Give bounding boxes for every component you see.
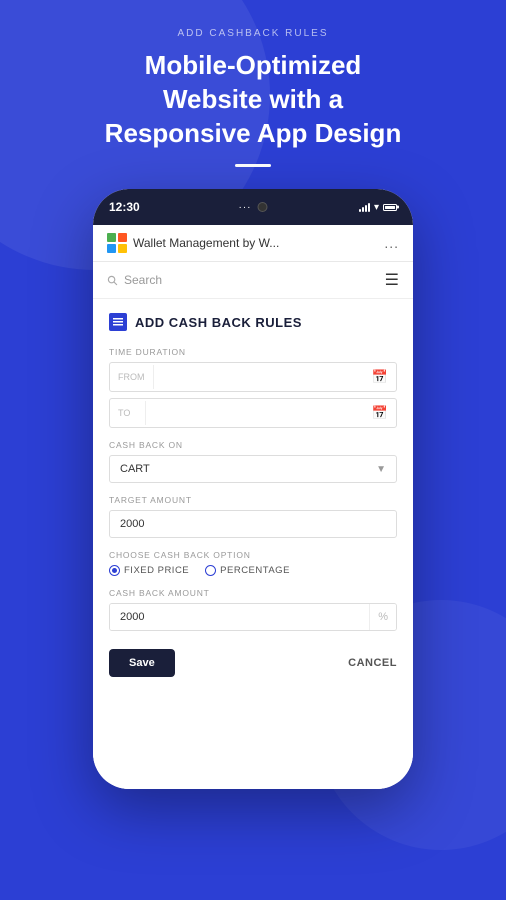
main-title: Mobile-Optimized Website with a Responsi… — [93, 49, 413, 150]
search-placeholder[interactable]: Search — [124, 273, 162, 287]
to-calendar-icon[interactable]: 📅 — [364, 399, 396, 427]
to-label: TO — [110, 401, 146, 425]
app-menu-dots[interactable]: ... — [384, 235, 399, 251]
radio-group: FIXED PRICE PERCENTAGE — [109, 565, 397, 576]
page-heading: ADD CASH BACK RULES — [109, 313, 397, 331]
notch-dots: ··· — [239, 202, 252, 213]
header-area: ADD CASHBACK RULES Mobile-Optimized Webs… — [0, 0, 506, 189]
buttons-row: Save CANCEL — [109, 649, 397, 677]
cashback-on-select[interactable]: CART ▼ — [109, 455, 397, 483]
app-title: Wallet Management by W... — [133, 236, 279, 250]
radio-fixed-price[interactable]: FIXED PRICE — [109, 565, 189, 576]
list-icon — [112, 316, 124, 328]
camera — [258, 202, 268, 212]
cashback-on-section: CASH BACK ON CART ▼ — [109, 440, 397, 483]
app-topbar: Wallet Management by W... ... — [93, 225, 413, 262]
target-amount-input[interactable] — [109, 510, 397, 538]
search-bar: Search ☰ — [93, 262, 413, 299]
choose-option-label: CHOOSE CASH BACK OPTION — [109, 550, 397, 560]
search-icon — [107, 275, 118, 286]
amount-field: % — [109, 603, 397, 631]
cashback-on-label: CASH BACK ON — [109, 440, 397, 450]
radio-percentage-label: PERCENTAGE — [220, 565, 290, 576]
title-divider — [235, 164, 271, 167]
to-date-input[interactable] — [146, 400, 364, 426]
search-left: Search — [107, 273, 162, 287]
cashback-option-section: CHOOSE CASH BACK OPTION FIXED PRICE PERC… — [109, 550, 397, 576]
status-time: 12:30 — [109, 200, 140, 214]
from-calendar-icon[interactable]: 📅 — [364, 363, 396, 391]
select-arrow-icon: ▼ — [376, 464, 386, 475]
radio-fixed-label: FIXED PRICE — [124, 565, 189, 576]
subtitle: ADD CASHBACK RULES — [177, 28, 328, 39]
save-button[interactable]: Save — [109, 649, 175, 677]
from-label: FROM — [110, 365, 154, 389]
signal-icon — [359, 202, 370, 212]
cancel-button[interactable]: CANCEL — [348, 657, 397, 669]
radio-percentage[interactable]: PERCENTAGE — [205, 565, 290, 576]
battery-icon — [383, 204, 397, 211]
status-icons: ▾ — [359, 202, 397, 213]
to-date-field: TO 📅 — [109, 398, 397, 428]
target-amount-label: TARGET AMOUNT — [109, 495, 397, 505]
target-amount-section: TARGET AMOUNT — [109, 495, 397, 538]
cashback-on-value: CART — [120, 463, 150, 475]
amount-suffix: % — [369, 604, 396, 630]
page-heading-text: ADD CASH BACK RULES — [135, 315, 302, 330]
form-container: ADD CASH BACK RULES TIME DURATION FROM 📅… — [93, 299, 413, 789]
heading-icon — [109, 313, 127, 331]
from-date-field: FROM 📅 — [109, 362, 397, 392]
cashback-amount-section: CASH BACK AMOUNT % — [109, 588, 397, 631]
wifi-icon: ▾ — [374, 202, 379, 213]
from-date-input[interactable] — [154, 364, 364, 390]
cashback-amount-label: CASH BACK AMOUNT — [109, 588, 397, 598]
phone-frame: 12:30 ··· ▾ — [93, 189, 413, 789]
hamburger-icon[interactable]: ☰ — [385, 270, 399, 290]
status-bar: 12:30 ··· ▾ — [93, 189, 413, 225]
radio-fixed-circle — [109, 565, 120, 576]
phone-body: Wallet Management by W... ... Search ☰ — [93, 225, 413, 789]
time-duration-label: TIME DURATION — [109, 347, 397, 357]
app-logo-area: Wallet Management by W... — [107, 233, 279, 253]
cashback-amount-input[interactable] — [110, 604, 369, 630]
app-logo-icon — [107, 233, 127, 253]
notch: ··· — [239, 202, 268, 213]
radio-percentage-circle — [205, 565, 216, 576]
time-duration-section: TIME DURATION FROM 📅 TO 📅 — [109, 347, 397, 428]
